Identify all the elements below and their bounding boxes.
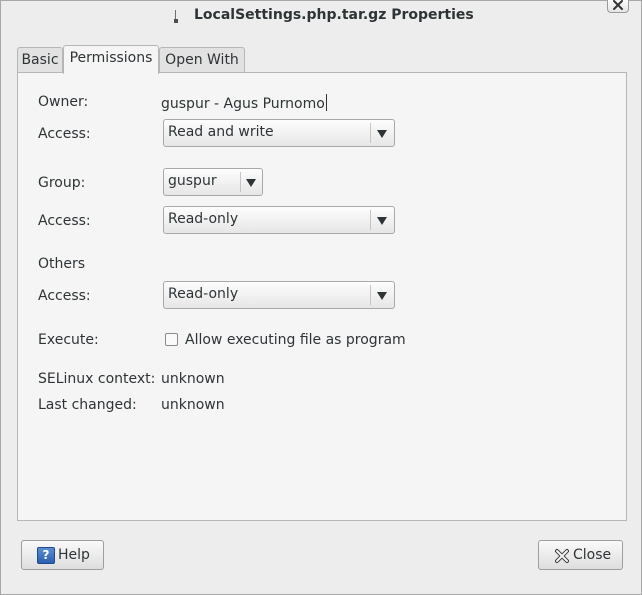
others-access-combo[interactable]: Read-only (163, 281, 395, 309)
execute-label: Execute: (38, 332, 99, 348)
tab-open-with[interactable]: Open With (159, 47, 245, 73)
group-label: Group: (38, 175, 86, 191)
group-value: guspur (168, 173, 217, 189)
window-close-button[interactable] (607, 0, 629, 13)
combo-separator (370, 210, 371, 230)
help-button-label: Help (58, 547, 90, 563)
dropdown-arrow-icon (377, 217, 387, 225)
close-button-label: Close (573, 547, 612, 563)
permissions-panel: Owner: guspur - Agus Purnomo Access: Rea… (17, 72, 627, 521)
selinux-label: SELinux context: (38, 371, 156, 387)
dropdown-arrow-icon (246, 179, 256, 187)
others-access-label: Access: (38, 288, 91, 304)
help-button[interactable]: ? Help (21, 540, 104, 570)
execute-checkbox[interactable] (165, 333, 178, 346)
owner-label: Owner: (38, 94, 89, 110)
group-access-label: Access: (38, 213, 91, 229)
execute-checkbox-label[interactable]: Allow executing file as program (185, 332, 406, 348)
close-icon (555, 549, 569, 563)
owner-value-text: guspur - Agus Purnomo (161, 96, 325, 112)
combo-separator (370, 285, 371, 305)
last-changed-label: Last changed: (38, 397, 137, 413)
tab-basic[interactable]: Basic (17, 47, 63, 73)
owner-access-value: Read and write (168, 124, 274, 140)
close-button[interactable]: Close (538, 540, 623, 570)
last-changed-value: unknown (161, 397, 225, 413)
help-icon: ? (37, 547, 55, 564)
group-combo[interactable]: guspur (163, 168, 263, 196)
others-label: Others (38, 256, 86, 272)
combo-separator (240, 172, 241, 192)
owner-value[interactable]: guspur - Agus Purnomo (161, 94, 327, 112)
dropdown-arrow-icon (377, 292, 387, 300)
file-icon (173, 8, 181, 24)
text-cursor (325, 94, 327, 111)
others-access-value: Read-only (168, 286, 239, 302)
owner-access-combo[interactable]: Read and write (163, 119, 395, 147)
group-access-combo[interactable]: Read-only (163, 206, 395, 234)
selinux-value: unknown (161, 371, 225, 387)
dropdown-arrow-icon (377, 130, 387, 138)
properties-dialog: LocalSettings.php.tar.gz Properties Basi… (0, 0, 642, 595)
window-close-icon (613, 0, 623, 10)
combo-separator (370, 123, 371, 143)
titlebar[interactable]: LocalSettings.php.tar.gz Properties (1, 0, 641, 33)
window-title: LocalSettings.php.tar.gz Properties (194, 7, 474, 23)
group-access-value: Read-only (168, 211, 239, 227)
tab-permissions[interactable]: Permissions (63, 45, 159, 74)
owner-access-label: Access: (38, 126, 91, 142)
